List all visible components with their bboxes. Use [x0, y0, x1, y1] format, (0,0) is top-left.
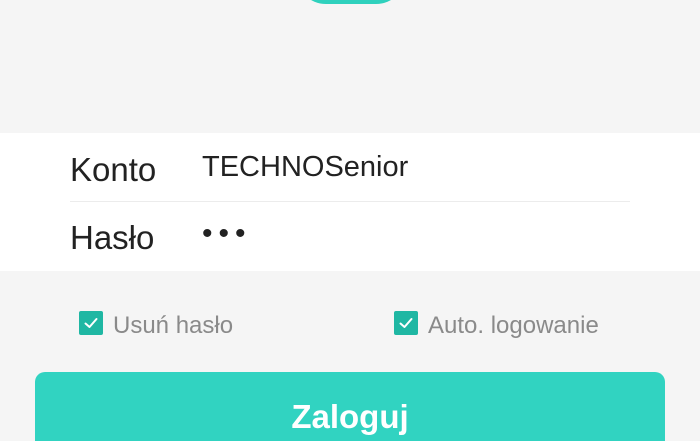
password-label: Hasło: [70, 219, 155, 256]
app-logo: [296, 0, 406, 4]
login-button[interactable]: Zaloguj: [35, 372, 665, 441]
checkmark-icon: [84, 318, 98, 328]
password-input[interactable]: •••: [202, 217, 252, 251]
account-input[interactable]: TECHNOSenior: [202, 151, 408, 184]
login-screen: Konto TECHNOSenior Hasło ••• Usuń hasło …: [0, 0, 700, 441]
remove-password-label: Usuń hasło: [113, 312, 234, 339]
password-row[interactable]: Hasło •••: [70, 202, 630, 270]
account-row[interactable]: Konto TECHNOSenior: [70, 133, 630, 201]
account-label: Konto: [70, 151, 157, 188]
remove-password-option[interactable]: Usuń hasło: [79, 309, 233, 343]
auto-login-label: Auto. logowanie: [428, 312, 599, 339]
auto-login-option[interactable]: Auto. logowanie: [394, 309, 599, 343]
remove-password-checkbox[interactable]: [79, 311, 103, 335]
auto-login-checkbox[interactable]: [394, 311, 418, 335]
login-form: Konto TECHNOSenior Hasło •••: [0, 133, 700, 271]
checkmark-icon: [399, 318, 413, 328]
login-button-label: Zaloguj: [291, 398, 409, 435]
